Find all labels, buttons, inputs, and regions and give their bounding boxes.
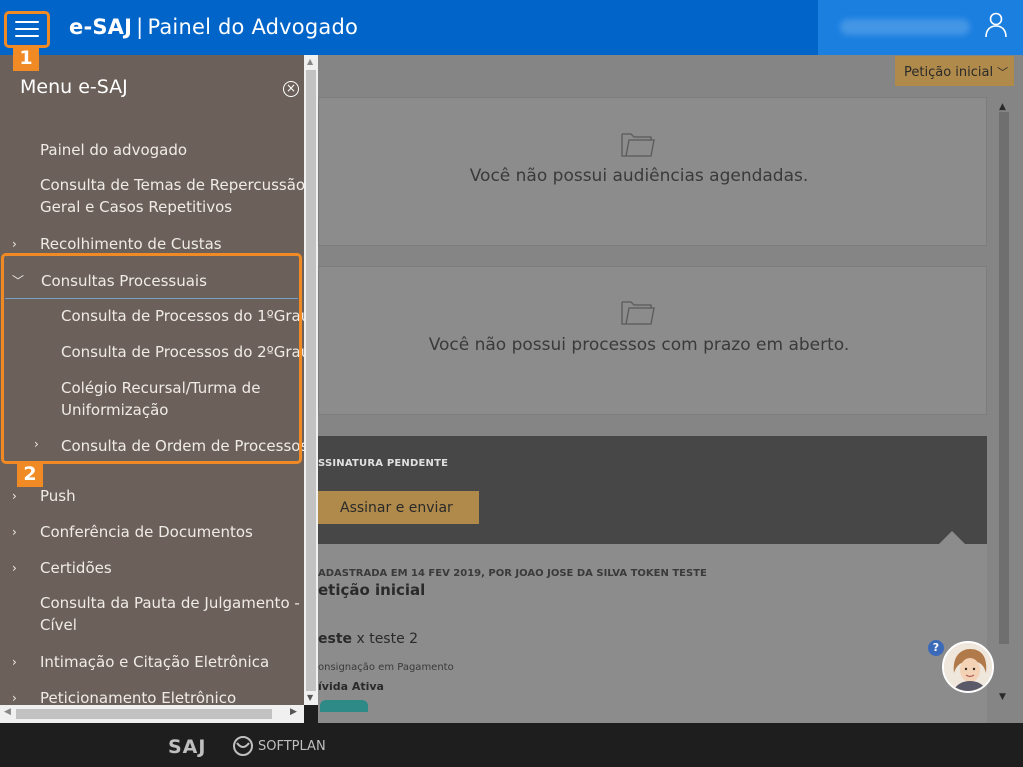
folder-icon xyxy=(621,133,655,157)
scroll-up-arrow-icon[interactable]: ▲ xyxy=(999,102,1006,112)
party-b: x teste 2 xyxy=(352,631,419,647)
sidebar-item-label-line2: Cível xyxy=(40,616,77,634)
sidebar-item-label: Push xyxy=(40,487,76,505)
sidebar-item-label: Consulta de Temas de Repercussão xyxy=(40,176,304,194)
petition-subject: ívida Ativa xyxy=(318,680,384,693)
sidebar-item-label: Painel do advogado xyxy=(40,141,188,159)
close-icon[interactable]: × xyxy=(283,81,299,97)
assistant-avatar[interactable] xyxy=(942,641,994,693)
sidebar-horizontal-scrollbar[interactable]: ◀ ▶ xyxy=(0,705,304,723)
petition-name[interactable]: etição inicial xyxy=(318,581,425,599)
saj-logo: SAJ xyxy=(168,736,207,758)
app-title: e-SAJ | Painel do Advogado xyxy=(69,15,358,39)
callout-badge-1: 1 xyxy=(13,45,39,71)
softplan-text: SOFTPLAN xyxy=(258,738,326,754)
sidebar-item-label: Intimação e Citação Eletrônica xyxy=(40,653,270,671)
petition-type-label: Petição inicial xyxy=(904,65,994,80)
scrollbar-thumb[interactable] xyxy=(306,70,316,691)
petition-registered-info: ADASTRADA EM 14 FEV 2019, POR JOAO JOSE … xyxy=(318,568,707,579)
scroll-down-arrow-icon[interactable]: ▼ xyxy=(307,693,313,702)
page-title: Painel do Advogado xyxy=(147,15,359,39)
main-scrollbar[interactable]: ▲ ▼ xyxy=(996,102,1011,710)
scrollbar-thumb[interactable] xyxy=(999,112,1009,644)
sidebar-item-pauta[interactable]: Consulta da Pauta de Julgamento - Cível xyxy=(0,592,304,636)
scrollbar-thumb[interactable] xyxy=(16,709,272,719)
main-content: Petição inicial ﹀ Você não possui audiênc… xyxy=(318,55,1023,723)
sidebar-item-label: Peticionamento Eletrônico xyxy=(40,689,237,705)
chevron-right-icon: › xyxy=(12,561,17,575)
sidebar-vertical-scrollbar[interactable]: ▲ ▼ xyxy=(304,55,318,705)
chevron-right-icon: › xyxy=(12,489,17,503)
petition-parties: este x teste 2 xyxy=(318,631,418,647)
empty-hearings-message: Você não possui audiências agendadas. xyxy=(469,166,809,186)
chevron-right-icon: › xyxy=(12,237,17,251)
party-a: este xyxy=(318,631,353,647)
sidebar-item-temas[interactable]: Consulta de Temas de Repercussão Geral e… xyxy=(0,174,304,218)
scroll-right-arrow-icon[interactable]: ▶ xyxy=(290,707,297,717)
sidebar-item-label: Consulta da Pauta de Julgamento - xyxy=(40,594,300,612)
hearings-card: Você não possui audiências agendadas. xyxy=(318,97,987,246)
callout-consultas-highlight xyxy=(1,253,302,464)
title-separator: | xyxy=(136,15,144,39)
footer: SAJ SOFTPLAN xyxy=(0,723,1023,767)
folder-icon xyxy=(621,301,655,325)
user-icon[interactable] xyxy=(984,12,1008,38)
petition-class: onsignação em Pagamento xyxy=(318,662,454,673)
top-bar: e-SAJ | Painel do Advogado xyxy=(0,0,1023,55)
pending-signature-panel: SSINATURA PENDENTE Assinar e enviar xyxy=(318,436,987,544)
petition-type-dropdown[interactable]: Petição inicial ﹀ xyxy=(895,56,1014,86)
sidebar-item-label-line2: Geral e Casos Repetitivos xyxy=(40,198,233,216)
chevron-right-icon: › xyxy=(12,525,17,539)
user-menu[interactable] xyxy=(818,0,1023,55)
status-badge xyxy=(320,700,368,712)
petition-item[interactable]: ADASTRADA EM 14 FEV 2019, POR JOAO JOSE … xyxy=(318,544,987,723)
scroll-left-arrow-icon[interactable]: ◀ xyxy=(4,707,11,717)
panel-notch xyxy=(938,531,966,545)
chevron-down-icon: ﹀ xyxy=(997,66,1009,79)
help-icon[interactable]: ? xyxy=(928,640,944,656)
softplan-logo-icon xyxy=(233,736,253,756)
scroll-down-arrow-icon[interactable]: ▼ xyxy=(999,692,1006,702)
user-name-blurred xyxy=(840,19,970,35)
scroll-up-arrow-icon[interactable]: ▲ xyxy=(307,57,313,66)
pending-signature-label: SSINATURA PENDENTE xyxy=(318,458,449,469)
callout-badge-2: 2 xyxy=(17,461,43,487)
empty-deadlines-message: Você não possui processos com prazo em a… xyxy=(428,335,850,355)
sidebar-item-label: Certidões xyxy=(40,559,112,577)
chevron-right-icon: › xyxy=(12,691,17,705)
chevron-right-icon: › xyxy=(12,655,17,669)
callout-hamburger-highlight xyxy=(4,11,50,48)
sidebar-title: Menu e-SAJ xyxy=(20,76,128,98)
sidebar-item-label: Recolhimento de Custas xyxy=(40,235,222,253)
softplan-logo: SOFTPLAN xyxy=(232,735,326,757)
sidebar-item-label: Conferência de Documentos xyxy=(40,523,253,541)
brand-name[interactable]: e-SAJ xyxy=(69,15,132,39)
sign-and-send-button[interactable]: Assinar e enviar xyxy=(318,491,479,524)
deadlines-card: Você não possui processos com prazo em a… xyxy=(318,266,987,415)
